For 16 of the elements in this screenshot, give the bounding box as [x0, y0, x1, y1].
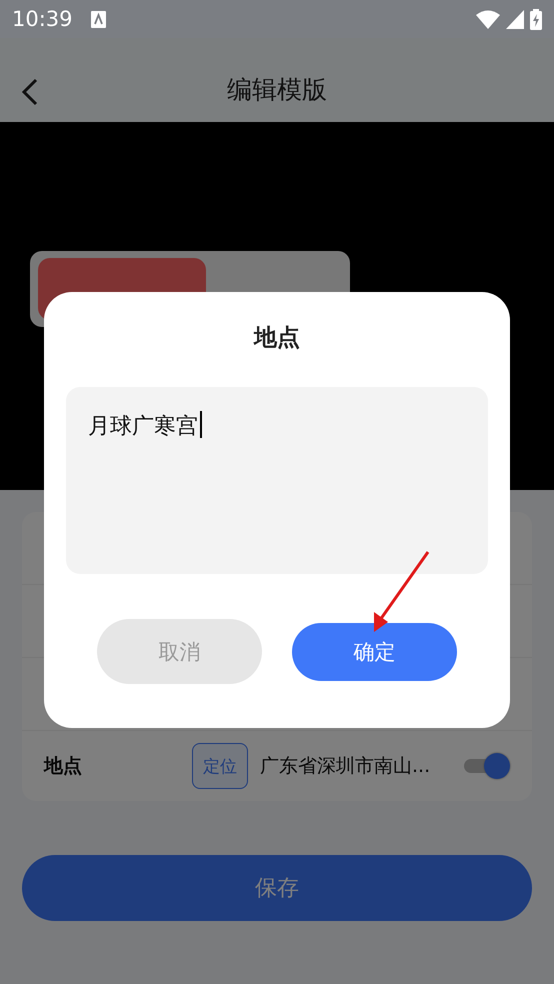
wifi-icon	[476, 10, 500, 28]
back-icon[interactable]	[20, 78, 40, 106]
save-button[interactable]: 保存	[22, 855, 532, 921]
cancel-button[interactable]: 取消	[97, 619, 262, 684]
toggle-switch[interactable]	[464, 753, 510, 779]
location-input[interactable]: 月球广寒宫	[66, 387, 488, 574]
battery-icon	[530, 8, 542, 30]
notification-icon	[90, 10, 106, 28]
signal-icon	[506, 10, 524, 28]
page-title: 编辑模版	[227, 74, 327, 106]
location-value: 广东省深圳市南山...	[260, 754, 430, 779]
status-time: 10:39	[12, 7, 73, 31]
row-label: 地点	[44, 754, 83, 779]
locate-button[interactable]: 定位	[192, 743, 248, 789]
confirm-button[interactable]: 确定	[292, 622, 457, 680]
dialog-title: 地点	[254, 324, 300, 353]
